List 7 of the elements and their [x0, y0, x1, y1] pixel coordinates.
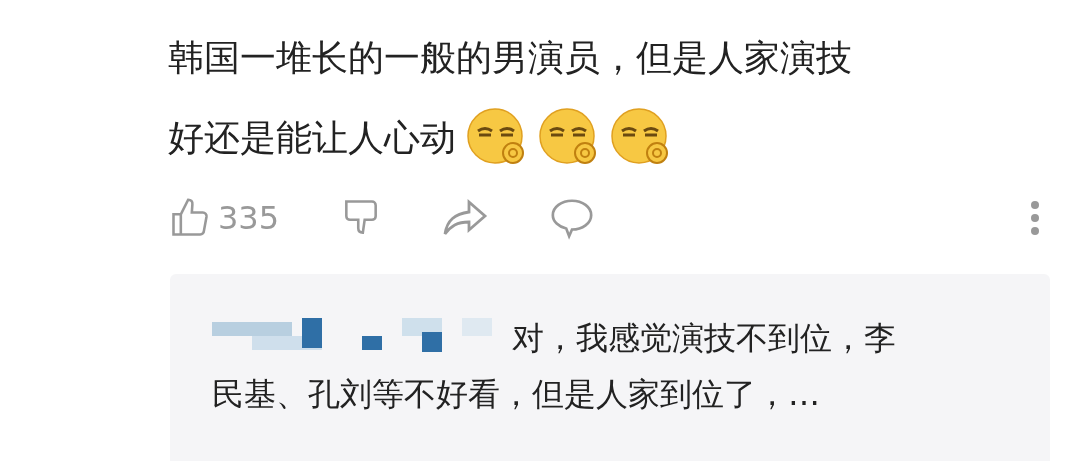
more-icon	[1030, 200, 1040, 236]
more-button[interactable]	[1030, 200, 1040, 236]
comment-text: 韩国一堆长的一般的男演员，但是人家演技	[168, 36, 853, 80]
like-button[interactable]: 335	[168, 194, 280, 242]
reply-text: 民基、孔刘等不好看，但是人家到位了，…	[212, 374, 821, 415]
comment-text: 好还是能让人心动	[168, 116, 456, 160]
reply-text: 对，我感觉演技不到位，李	[512, 318, 896, 359]
